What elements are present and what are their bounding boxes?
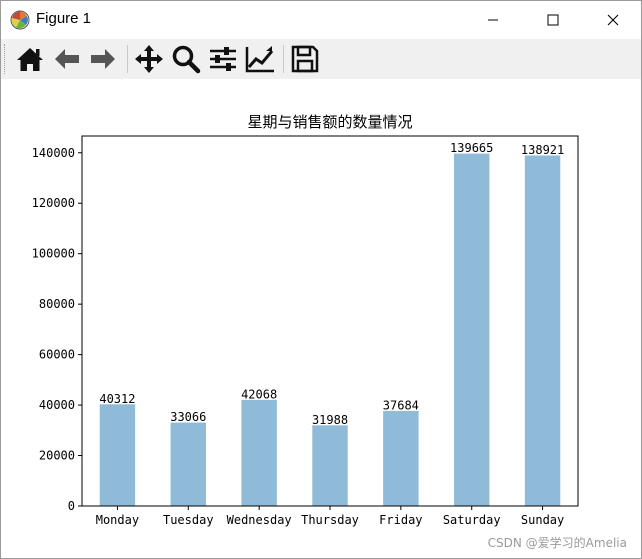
configure-subplots-button[interactable]	[207, 43, 239, 75]
bar-sunday	[524, 155, 561, 506]
bar-wednesday	[241, 399, 277, 506]
chart-title: 星期与销售额的数量情况	[247, 113, 412, 131]
y-tick-label: 100000	[32, 247, 75, 261]
zoom-magnifier-icon	[172, 45, 201, 74]
home-icon	[17, 48, 43, 71]
toolbar-separator	[283, 45, 284, 73]
x-tick-label: Tuesday	[163, 513, 214, 527]
bar-friday	[383, 410, 419, 506]
x-tick-label: Friday	[379, 513, 422, 527]
pan-button[interactable]	[133, 43, 165, 75]
bar-chart: 星期与销售额的数量情况 40312 Monday 33066 Tuesday 42068 W…	[32, 113, 579, 527]
bar-tuesday	[170, 422, 206, 506]
back-button[interactable]	[51, 43, 83, 75]
edit-axis-button[interactable]	[244, 43, 276, 75]
home-button[interactable]	[14, 43, 46, 75]
data-label: 139665	[450, 141, 493, 155]
y-tick-label: 60000	[39, 348, 75, 362]
x-tick-label: Thursday	[301, 513, 359, 527]
figure-canvas[interactable]: 星期与销售额的数量情况 40312 Monday 33066 Tuesday 42068 W…	[1, 79, 641, 558]
minimize-icon	[488, 19, 498, 21]
data-label: 31988	[312, 413, 348, 427]
minimize-button[interactable]	[470, 1, 516, 39]
data-label: 40312	[99, 392, 135, 406]
edit-axis-curves-icon	[245, 46, 274, 73]
save-button[interactable]	[289, 43, 321, 75]
close-button[interactable]	[590, 1, 636, 39]
bar-saturday	[454, 153, 490, 506]
back-arrow-icon	[55, 49, 79, 69]
x-tick-label: Saturday	[443, 513, 501, 527]
close-icon	[607, 14, 619, 26]
navigation-toolbar	[1, 39, 641, 79]
x-tick-label: Sunday	[521, 513, 564, 527]
matplotlib-logo-icon	[10, 10, 30, 30]
y-tick-label: 140000	[32, 146, 75, 160]
bar-thursday	[312, 425, 348, 506]
y-tick-label: 0	[68, 499, 75, 513]
title-bar[interactable]: Figure 1	[1, 1, 641, 39]
maximize-button[interactable]	[530, 1, 576, 39]
x-tick-label: Monday	[96, 513, 139, 527]
data-label: 138921	[521, 143, 564, 157]
maximize-icon	[547, 14, 559, 26]
y-tick-label: 120000	[32, 196, 75, 210]
window-title: Figure 1	[36, 10, 92, 27]
figure-window: Figure 1 星期与销售额的数量情况 40312 Monday 33066 …	[0, 0, 642, 559]
bar-monday	[99, 404, 136, 506]
x-tick-label: Wednesday	[227, 513, 292, 527]
configure-subplots-icon	[210, 47, 236, 71]
toolbar-grip[interactable]	[4, 44, 8, 74]
save-disk-icon	[291, 45, 319, 73]
toolbar-separator	[127, 45, 128, 73]
y-tick-label: 20000	[39, 449, 75, 463]
y-tick-label: 40000	[39, 398, 75, 412]
data-label: 33066	[170, 410, 206, 424]
csdn-watermark: CSDN @爱学习的Amelia	[487, 536, 627, 550]
data-label: 42068	[241, 387, 277, 401]
forward-arrow-icon	[91, 49, 115, 69]
y-tick-label: 80000	[39, 297, 75, 311]
forward-button[interactable]	[87, 43, 119, 75]
pan-move-icon	[135, 45, 163, 73]
zoom-button[interactable]	[170, 43, 202, 75]
data-label: 37684	[383, 398, 419, 412]
